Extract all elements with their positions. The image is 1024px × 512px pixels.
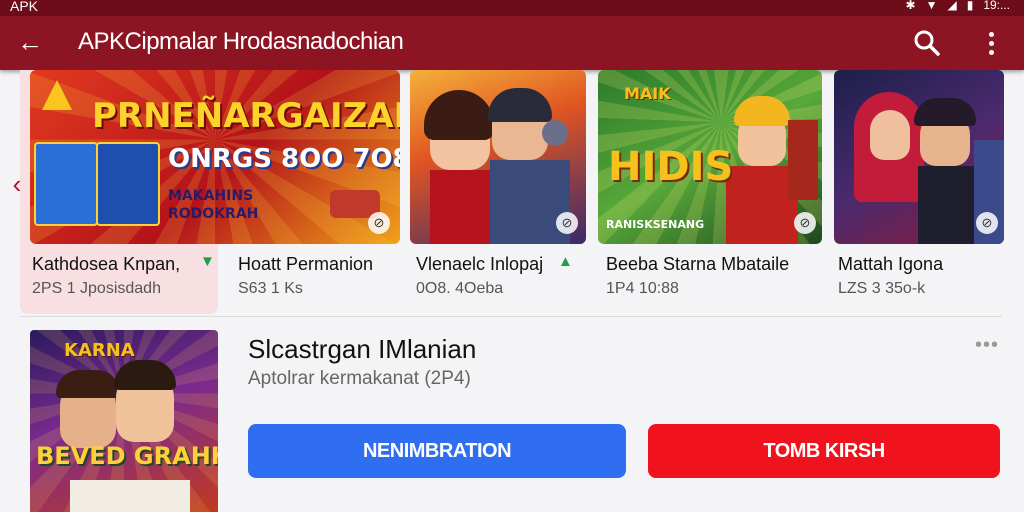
card-meta: S63 1 Ks — [238, 280, 303, 297]
shield-icon: ⊘ — [976, 212, 998, 234]
thumb-line-3: RANISKSENANG — [606, 218, 705, 231]
featured-thumbnail[interactable]: KARNA BEVED GRAHKS — [30, 330, 218, 512]
more-vert-icon[interactable] — [978, 28, 1004, 58]
shield-icon: ⊘ — [556, 212, 578, 234]
app-title: APKCipmalar Hrodasnadochian — [78, 28, 404, 55]
featured-title: Slcastrgan IMlanian — [248, 334, 477, 364]
search-icon[interactable] — [912, 28, 942, 58]
thumb-line-2: HIDIS — [608, 144, 734, 190]
battery-icon: ▮ — [966, 0, 974, 12]
status-carrier: APK — [10, 0, 39, 14]
status-icons: ✱ ▼ ◢ ▮ 19:... — [906, 0, 1010, 12]
card-meta: LZS 3 35o-k — [838, 280, 926, 297]
signal-icon: ◢ — [947, 0, 957, 12]
card-title: Vlenaelc Inlopaj — [416, 254, 544, 274]
thumb-line-4: RODOKRAH — [168, 206, 259, 222]
status-time: 19:... — [983, 0, 1010, 12]
wifi-icon: ▼ — [925, 0, 938, 12]
card-thumbnail: MAIK HIDIS RANISKSENANG ⊘ — [598, 70, 822, 244]
card-thumbnail: ⊘ — [410, 70, 586, 244]
featured-subtitle: Aptolrar kermakanat (2P4) — [248, 368, 471, 389]
app-bar: ← APKCipmalar Hrodasnadochian — [0, 16, 1024, 70]
card-title: Hoatt Permanion — [238, 254, 374, 274]
status-bar: APK ✱ ▼ ◢ ▮ 19:... — [0, 0, 1024, 16]
thumb-line-1: KARNA — [64, 340, 135, 361]
card-thumbnail: ⊘ — [834, 70, 1004, 244]
secondary-action-button[interactable]: TOMB KIRSH — [648, 424, 1000, 478]
card-title: Mattah Igona — [838, 254, 944, 274]
chevron-left-icon[interactable]: ‹ — [8, 166, 26, 202]
bluetooth-icon: ✱ — [905, 0, 916, 12]
section-divider — [20, 316, 1002, 317]
more-horiz-icon[interactable]: ••• — [972, 334, 1002, 356]
verified-icon: ▼ — [200, 253, 215, 270]
card-meta: 1P4 10:88 — [606, 280, 679, 297]
shield-icon: ⊘ — [794, 212, 816, 234]
thumb-line-3: MAKAHINS — [168, 188, 254, 204]
thumb-line-1: PRNEÑARGAIZAN — [92, 96, 400, 136]
thumb-line-2: ONRGS 8OO 7O8 — [168, 144, 400, 174]
thumb-line-2: BEVED GRAHKS — [36, 442, 218, 470]
card-title: Kathdosea Knpan, — [32, 254, 181, 274]
card-meta: 0O8. 4Oeba — [416, 280, 504, 297]
shield-icon: ⊘ — [368, 212, 390, 234]
verified-icon: ▲ — [558, 253, 573, 270]
card-meta: 2PS 1 Jposisdadh — [32, 280, 161, 297]
card-title: Beeba Starna Mbataile — [606, 254, 790, 274]
thumb-line-1: MAIK — [624, 84, 671, 103]
card-thumbnail: PRNEÑARGAIZAN ONRGS 8OO 7O8 MAKAHINS ROD… — [30, 70, 400, 244]
primary-action-button[interactable]: NENIMBRATION — [248, 424, 626, 478]
back-arrow-icon[interactable]: ← — [14, 28, 46, 58]
